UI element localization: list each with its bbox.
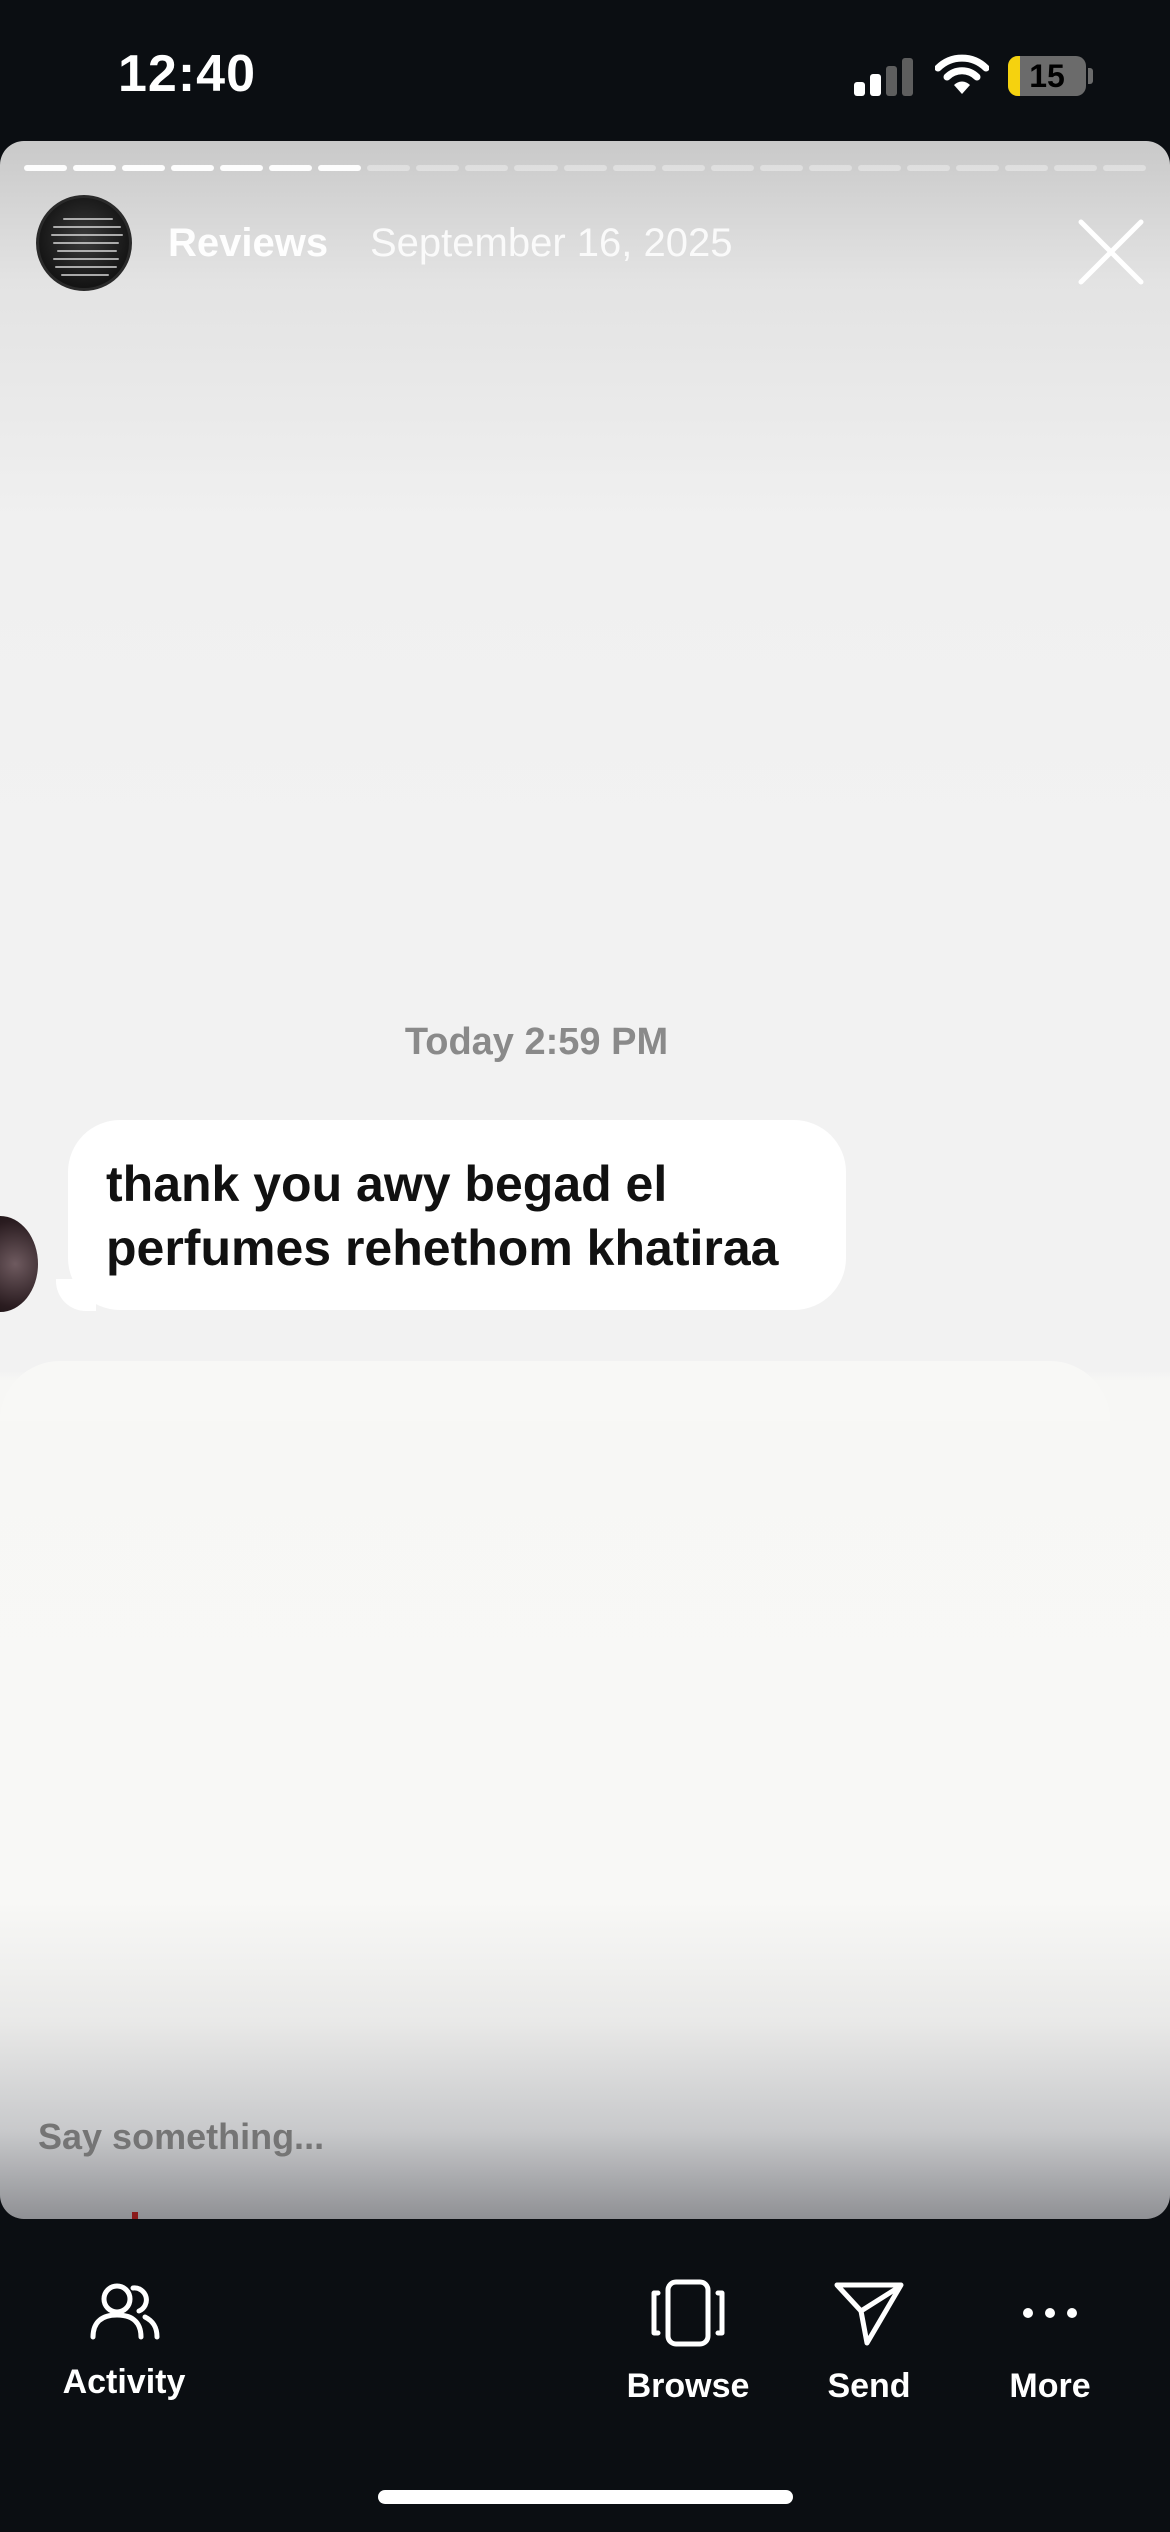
- activity-button[interactable]: Activity: [34, 2279, 214, 2402]
- story-avatar[interactable]: [36, 195, 132, 291]
- ellipsis-icon: [1023, 2308, 1077, 2318]
- progress-segment: [514, 165, 558, 171]
- wifi-icon: [935, 54, 989, 94]
- people-icon: [90, 2283, 160, 2340]
- message-text-line-1: thank you awy begad el: [106, 1156, 668, 1212]
- progress-segment: [367, 165, 411, 171]
- story-title[interactable]: Reviews: [168, 221, 328, 266]
- message-text-line-2: perfumes rehethom khatiraa: [106, 1220, 779, 1276]
- progress-segment: [1053, 165, 1098, 171]
- next-message-bubble: [0, 1361, 1110, 1421]
- browse-button[interactable]: Browse: [598, 2279, 778, 2406]
- progress-segment: [857, 165, 901, 171]
- battery-percent: 15: [1029, 58, 1065, 94]
- battery-tip: [1088, 68, 1093, 84]
- progress-segment: [465, 165, 509, 171]
- send-button[interactable]: Send: [779, 2279, 959, 2406]
- progress-segment: [759, 165, 803, 171]
- paper-plane-icon: [834, 2282, 904, 2346]
- sender-avatar: [0, 1216, 38, 1312]
- more-label: More: [1009, 2367, 1091, 2405]
- progress-segment: [416, 165, 460, 171]
- progress-segment: [710, 165, 754, 171]
- progress-segment: [122, 165, 166, 171]
- progress-segment: [171, 165, 215, 171]
- progress-segment: [563, 165, 607, 171]
- browse-label: Browse: [626, 2367, 750, 2405]
- progress-segment: [955, 165, 999, 171]
- more-button[interactable]: More: [960, 2279, 1140, 2406]
- progress-segment: [318, 165, 362, 171]
- browse-icon: [651, 2279, 725, 2347]
- progress-segment: [906, 165, 950, 171]
- progress-segment: [1004, 165, 1048, 171]
- close-button[interactable]: [1070, 211, 1152, 293]
- cellular-signal-icon: [854, 56, 914, 96]
- progress-segment: [24, 165, 68, 171]
- story-date: September 16, 2025: [370, 221, 733, 265]
- progress-segment: [220, 165, 264, 171]
- close-icon: [1078, 219, 1144, 285]
- reply-input[interactable]: [36, 2115, 836, 2159]
- progress-segment: [269, 165, 313, 171]
- status-bar: 12:40 15: [0, 0, 1170, 140]
- activity-label: Activity: [62, 2363, 186, 2401]
- battery-icon: 15: [1008, 56, 1086, 96]
- story-progress: [24, 165, 1147, 171]
- progress-segment: [73, 165, 117, 171]
- progress-segment: [808, 165, 852, 171]
- bottom-bar: Activity Browse Send More: [0, 2219, 1170, 2532]
- message-timestamp: Today 2:59 PM: [404, 1021, 669, 1063]
- story-viewer[interactable]: Reviews September 16, 2025 Today 2:59 PM…: [0, 141, 1170, 2219]
- progress-segment: [661, 165, 705, 171]
- message-bubble: thank you awy begad el perfumes rehethom…: [68, 1120, 846, 1310]
- progress-segment: [1103, 165, 1147, 171]
- progress-segment: [612, 165, 656, 171]
- home-indicator[interactable]: [378, 2490, 793, 2504]
- send-label: Send: [827, 2367, 911, 2405]
- status-time: 12:40: [118, 45, 256, 103]
